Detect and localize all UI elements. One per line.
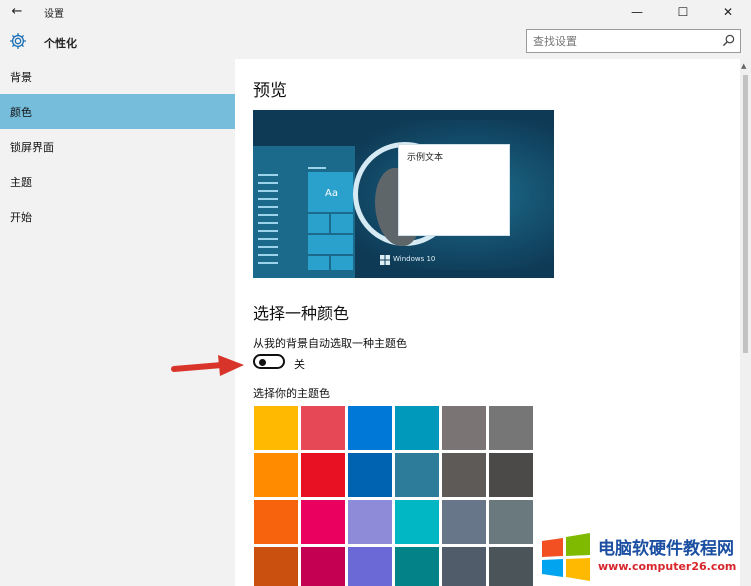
accent-swatch[interactable] [489, 406, 533, 450]
scroll-up-arrow-icon[interactable]: ▲ [741, 62, 746, 70]
preview-menu-line [258, 182, 278, 184]
search-input[interactable] [527, 30, 717, 52]
windows-logo-icon [380, 255, 390, 265]
preview-menu-line [258, 254, 278, 256]
accent-swatch[interactable] [395, 547, 439, 586]
preview-sample-window: 示例文本 [398, 144, 510, 236]
sidebar-item-start[interactable]: 开始 [0, 199, 235, 234]
sidebar-item-label: 主题 [10, 176, 32, 189]
preview-menu-line [258, 206, 278, 208]
maximize-button[interactable]: ☐ [660, 0, 706, 25]
sidebar-item-lock-screen[interactable]: 锁屏界面 [0, 129, 235, 164]
sidebar-item-label: 锁屏界面 [10, 141, 54, 154]
sidebar-item-background[interactable]: 背景 [0, 59, 235, 94]
settings-header: 个性化 [0, 25, 751, 59]
accent-swatch[interactable] [442, 547, 486, 586]
accent-swatch[interactable] [442, 453, 486, 497]
preview-menu-line [258, 246, 278, 248]
accent-swatch[interactable] [254, 547, 298, 586]
windows-logo-icon [542, 533, 590, 581]
preview-menu-line [258, 214, 278, 216]
preview-tile [331, 214, 353, 233]
close-button[interactable]: ✕ [705, 0, 751, 25]
sidebar-item-label: 颜色 [10, 106, 32, 119]
sidebar-item-label: 开始 [10, 211, 32, 224]
preview-tile-text: Aa [325, 188, 338, 199]
accent-swatch[interactable] [301, 453, 345, 497]
preview-menu-line [258, 198, 278, 200]
accent-swatch[interactable] [395, 453, 439, 497]
accent-swatch[interactable] [254, 453, 298, 497]
watermark-url: www.computer26.com [598, 560, 737, 573]
sidebar-item-colors[interactable]: 颜色 [0, 94, 235, 129]
preview-menu-line [258, 262, 278, 264]
toggle-knob [259, 358, 266, 366]
accent-swatch[interactable] [442, 500, 486, 544]
search-icon[interactable] [722, 34, 735, 47]
accent-swatch[interactable] [254, 406, 298, 450]
accent-swatch[interactable] [301, 500, 345, 544]
red-arrow-icon [171, 355, 244, 376]
accent-swatch[interactable] [348, 547, 392, 586]
accent-swatch[interactable] [348, 453, 392, 497]
preview-tile [308, 214, 329, 233]
accent-swatch[interactable] [395, 406, 439, 450]
auto-pick-label: 从我的背景自动选取一种主题色 [253, 337, 407, 350]
accent-swatch[interactable] [489, 500, 533, 544]
main-content: 预览 Aa 示例文本 Windows 10 选择一种颜色 从我的背景自动选取一种… [235, 59, 740, 586]
page-title: 个性化 [44, 37, 77, 50]
preview-tile [331, 256, 353, 270]
preview-tile [308, 256, 329, 270]
accent-swatch[interactable] [301, 547, 345, 586]
preview-menu-line [258, 174, 278, 176]
color-preview: Aa 示例文本 Windows 10 [253, 110, 554, 278]
preview-windows-label: Windows 10 [393, 255, 436, 263]
minimize-button[interactable]: — [614, 0, 660, 25]
sidebar-item-themes[interactable]: 主题 [0, 164, 235, 199]
preview-menu-line [258, 190, 278, 192]
watermark-title: 电脑软硬件教程网 [598, 539, 734, 559]
preview-tile [308, 235, 353, 254]
search-box[interactable] [526, 29, 741, 53]
accent-swatch[interactable] [489, 453, 533, 497]
accent-swatch[interactable] [254, 500, 298, 544]
auto-accent-toggle[interactable] [253, 354, 285, 369]
accent-swatch[interactable] [348, 500, 392, 544]
choose-color-heading: 选择一种颜色 [253, 304, 350, 323]
gear-icon [10, 33, 26, 49]
preview-menu-line [258, 238, 278, 240]
title-bar: ← 设置 — ☐ ✕ [0, 0, 751, 25]
scrollbar-thumb[interactable] [743, 75, 748, 353]
accent-swatch[interactable] [301, 406, 345, 450]
preview-menu-line [258, 230, 278, 232]
preview-heading: 预览 [253, 81, 287, 101]
preview-menu-line [258, 222, 278, 224]
preview-menu-line [308, 167, 326, 169]
window-title: 设置 [44, 9, 64, 20]
accent-swatch[interactable] [395, 500, 439, 544]
accent-swatch[interactable] [489, 547, 533, 586]
site-watermark: 电脑软硬件教程网 www.computer26.com [536, 529, 748, 584]
preview-sample-text: 示例文本 [407, 153, 444, 163]
sidebar: 背景 颜色 锁屏界面 主题 开始 [0, 59, 235, 586]
accent-color-grid [254, 406, 534, 586]
sidebar-item-label: 背景 [10, 71, 32, 84]
accent-swatch[interactable] [442, 406, 486, 450]
accent-swatch[interactable] [348, 406, 392, 450]
toggle-state-label: 关 [294, 358, 305, 371]
back-arrow-icon[interactable]: ← [6, 2, 28, 22]
pick-accent-label: 选择你的主题色 [253, 387, 330, 400]
